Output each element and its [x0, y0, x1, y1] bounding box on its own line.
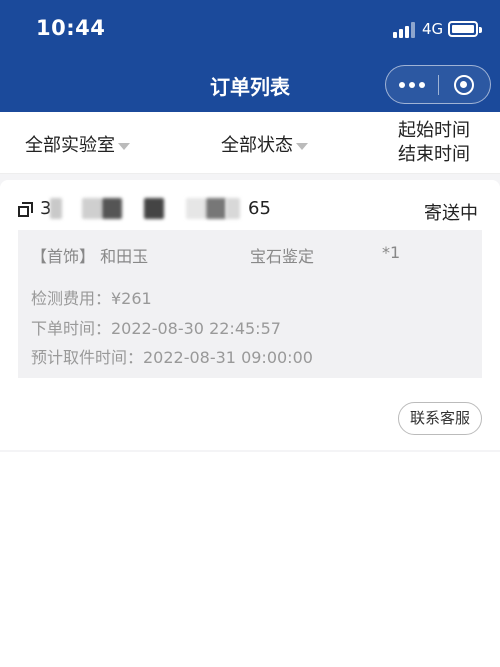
- status-filter-label: 全部状态: [221, 135, 293, 156]
- end-time-label: 结束时间: [398, 144, 470, 165]
- service-type: 宝石鉴定: [250, 247, 315, 266]
- redaction-block: [206, 198, 226, 219]
- status-filter-dropdown[interactable]: 全部状态: [221, 131, 308, 157]
- redaction-block: [226, 198, 240, 219]
- caret-down-icon: [118, 142, 130, 150]
- redaction-block: [50, 198, 62, 219]
- status-bar: 10:44 4G: [0, 0, 500, 60]
- caret-down-icon: [296, 142, 308, 150]
- capsule-divider: [438, 75, 439, 95]
- redaction-block: [144, 198, 164, 219]
- redaction-block: [82, 198, 102, 219]
- contact-service-button[interactable]: 联系客服: [398, 402, 482, 435]
- order-number-suffix: 65: [248, 198, 271, 219]
- lab-filter-label: 全部实验室: [25, 135, 115, 156]
- lab-filter-dropdown[interactable]: 全部实验室: [25, 131, 130, 157]
- status-time: 10:44: [36, 16, 106, 40]
- signal-icon: [393, 22, 415, 38]
- redaction-block: [102, 198, 122, 219]
- network-label: 4G: [422, 20, 444, 38]
- pickup-time-info: 预计取件时间：2022-08-31 09:00:00: [31, 348, 313, 367]
- item-name: 【首饰】 和田玉: [31, 247, 149, 266]
- target-icon[interactable]: [454, 75, 474, 95]
- copy-icon[interactable]: [18, 202, 34, 218]
- filter-bar: 全部实验室 全部状态 起始时间 结束时间: [0, 112, 500, 174]
- time-range-filter[interactable]: 起始时间 结束时间: [398, 119, 470, 167]
- fee-info: 检测费用：¥261: [31, 289, 152, 308]
- miniprogram-capsule: [385, 65, 491, 104]
- empty-area: [0, 452, 500, 667]
- header: 10:44 4G 订单列表: [0, 0, 500, 112]
- order-status: 寄送中: [424, 203, 478, 224]
- redaction-block: [186, 198, 206, 219]
- order-card[interactable]: 3 65 寄送中 【首饰】 和田玉 宝石鉴定 *1 检测费用：¥261 下单时间…: [0, 180, 500, 450]
- start-time-label: 起始时间: [398, 120, 470, 141]
- item-quantity: *1: [382, 243, 401, 262]
- more-icon[interactable]: [399, 82, 425, 88]
- battery-icon: [448, 21, 482, 37]
- order-time-info: 下单时间：2022-08-30 22:45:57: [31, 319, 281, 338]
